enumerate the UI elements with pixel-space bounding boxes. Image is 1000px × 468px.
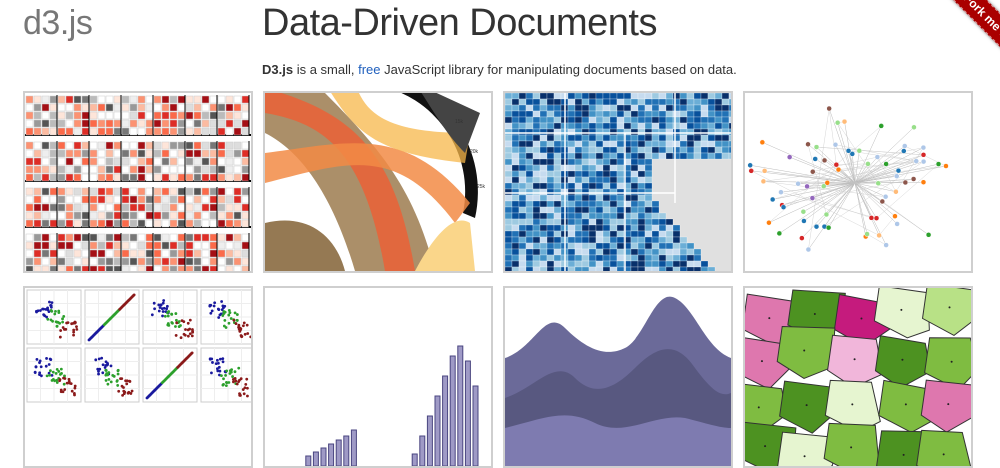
tagline-text-1: is a small, — [293, 62, 358, 77]
free-license-link[interactable]: free — [358, 62, 380, 77]
fork-on-github-ribbon[interactable]: Fork me on GitHub — [939, 0, 1000, 70]
tagline: D3.js is a small, free JavaScript librar… — [262, 62, 737, 77]
voronoi-thumb[interactable] — [743, 286, 973, 468]
streamgraph-thumb[interactable] — [503, 286, 733, 468]
page-title: Data-Driven Documents — [262, 2, 657, 45]
force-graph-thumb[interactable] — [743, 91, 973, 273]
tagline-brand: D3.js — [262, 62, 293, 77]
github-ribbon-container: Fork me on GitHub — [910, 0, 1000, 70]
scatterplot-matrix-thumb[interactable] — [23, 286, 253, 468]
histogram-thumb[interactable] — [263, 286, 493, 468]
d3js-logo[interactable]: d3.js — [23, 4, 92, 43]
calendar-heatmap-thumb[interactable] — [23, 91, 253, 273]
chord-diagram-thumb[interactable]: 15k 20k 25k — [263, 91, 493, 273]
svg-text:20k: 20k — [470, 149, 479, 155]
choropleth-map-thumb[interactable] — [503, 91, 733, 273]
tagline-text-2: JavaScript library for manipulating docu… — [381, 62, 737, 77]
svg-text:15k: 15k — [455, 119, 464, 125]
svg-text:25k: 25k — [477, 184, 486, 190]
